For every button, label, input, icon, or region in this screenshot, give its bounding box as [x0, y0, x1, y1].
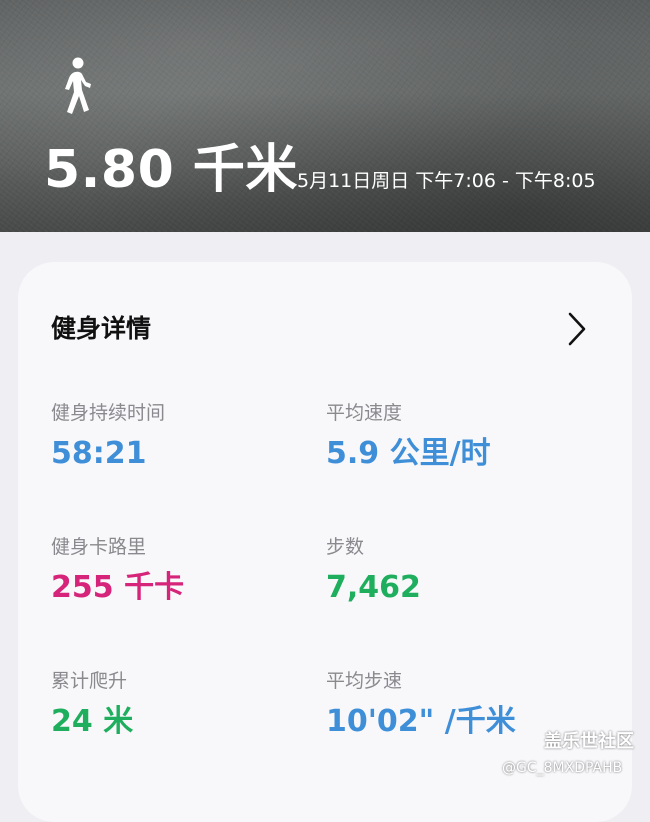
- steps-value: 7,462: [326, 570, 421, 605]
- watermark-username: @GC_8MXDPAHB: [502, 760, 623, 776]
- avg-pace-value: 10'02" /千米: [326, 704, 516, 739]
- fitness-details-card[interactable]: 健身详情 健身持续时间 58:21 平均速度 5.9 公里/时 健身卡路里 25…: [18, 262, 632, 822]
- workout-time-range: 5月11日周日 下午7:06 - 下午8:05: [297, 170, 596, 192]
- card-title: 健身详情: [51, 314, 152, 343]
- elevation-gain-label: 累计爬升: [51, 670, 128, 692]
- steps-label: 步数: [326, 536, 365, 558]
- chevron-right-icon[interactable]: [566, 311, 588, 347]
- distance-value: 5.80 千米: [44, 140, 298, 200]
- duration-value: 58:21: [51, 436, 147, 471]
- activity-header: 5.80 千米 5月11日周日 下午7:06 - 下午8:05: [0, 0, 650, 232]
- avg-pace-label: 平均步速: [326, 670, 403, 692]
- avg-speed-value: 5.9 公里/时: [326, 436, 491, 471]
- avg-speed-label: 平均速度: [326, 402, 403, 424]
- walking-person-icon: [65, 57, 91, 114]
- calories-value: 255 千卡: [51, 570, 185, 605]
- calories-label: 健身卡路里: [51, 536, 147, 558]
- elevation-gain-value: 24 米: [51, 704, 134, 739]
- watermark-site-name: 盖乐世社区: [544, 731, 634, 752]
- duration-label: 健身持续时间: [51, 402, 166, 424]
